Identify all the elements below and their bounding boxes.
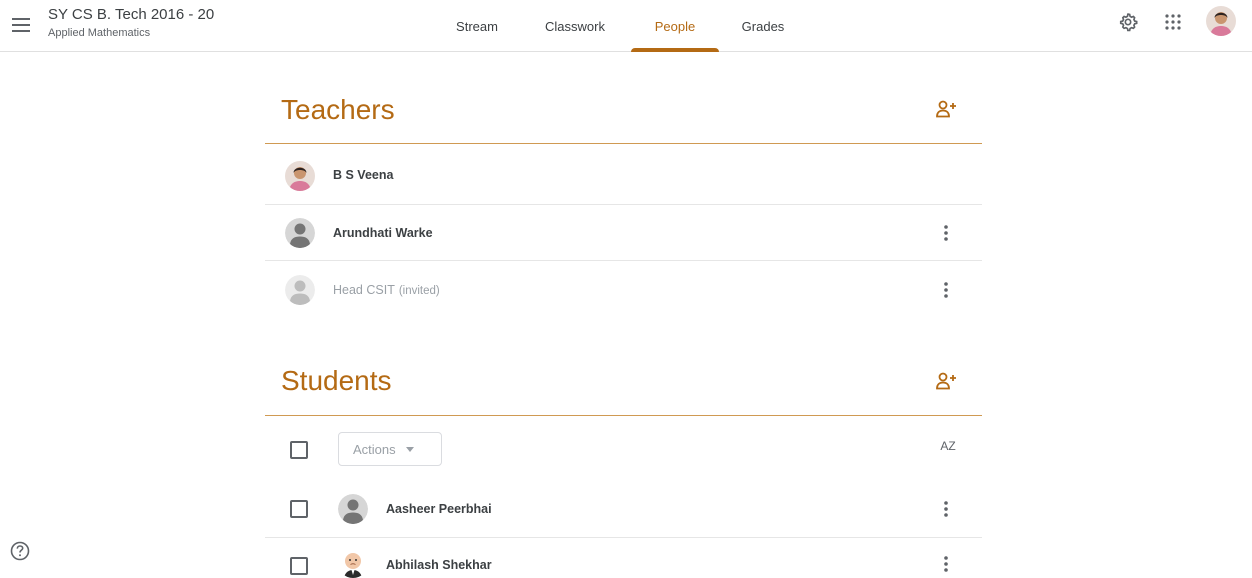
tab-stream[interactable]: Stream bbox=[446, 0, 508, 52]
select-all-checkbox[interactable] bbox=[290, 441, 308, 459]
more-vert-icon bbox=[944, 501, 948, 517]
student-checkbox[interactable] bbox=[290, 500, 308, 518]
default-avatar-icon bbox=[285, 218, 315, 248]
more-vert-icon bbox=[944, 556, 948, 572]
account-avatar[interactable] bbox=[1206, 6, 1236, 36]
avatar bbox=[338, 548, 368, 578]
caret-down-icon bbox=[405, 446, 414, 452]
user-photo-icon bbox=[338, 548, 368, 578]
default-avatar-icon bbox=[338, 494, 368, 524]
more-vert-icon bbox=[944, 225, 948, 241]
teacher-name-invited: Head CSIT (invited) bbox=[333, 283, 440, 297]
top-app-bar: SY CS B. Tech 2016 - 20 Applied Mathemat… bbox=[0, 0, 1252, 52]
teachers-divider bbox=[265, 143, 982, 144]
students-section-title: Students bbox=[281, 365, 392, 396]
student-name: Abhilash Shekhar bbox=[386, 558, 492, 572]
apps-grid-icon bbox=[1165, 14, 1181, 30]
teachers-section-title: Teachers bbox=[281, 94, 395, 125]
help-circle-icon bbox=[10, 541, 30, 561]
row-divider bbox=[265, 204, 982, 205]
row-divider bbox=[265, 260, 982, 261]
person-add-icon bbox=[936, 100, 956, 118]
avatar bbox=[338, 494, 368, 524]
student-more-options-button[interactable] bbox=[936, 552, 956, 576]
gear-icon bbox=[1119, 13, 1138, 32]
teacher-more-options-button[interactable] bbox=[936, 278, 956, 302]
teacher-name: B S Veena bbox=[333, 168, 394, 182]
tab-people[interactable]: People bbox=[641, 0, 709, 52]
avatar bbox=[285, 218, 315, 248]
sort-az-icon: AZ bbox=[940, 439, 956, 453]
more-vert-icon bbox=[944, 282, 948, 298]
main-menu-button[interactable] bbox=[8, 12, 34, 38]
user-photo-icon bbox=[1206, 6, 1236, 36]
students-divider bbox=[265, 415, 982, 416]
class-subtitle: Applied Mathematics bbox=[48, 27, 151, 39]
student-more-options-button[interactable] bbox=[936, 497, 956, 521]
teacher-name: Arundhati Warke bbox=[333, 226, 433, 240]
invite-teachers-button[interactable] bbox=[934, 96, 960, 122]
default-avatar-icon bbox=[285, 275, 315, 305]
actions-dropdown[interactable]: Actions bbox=[338, 432, 442, 466]
invited-status: (invited) bbox=[398, 285, 440, 297]
person-add-icon bbox=[936, 372, 956, 390]
active-tab-indicator bbox=[631, 48, 719, 52]
row-divider bbox=[265, 537, 982, 538]
invite-students-button[interactable] bbox=[934, 368, 960, 394]
class-title[interactable]: SY CS B. Tech 2016 - 20 bbox=[48, 6, 214, 23]
avatar bbox=[285, 161, 315, 191]
hamburger-menu-icon bbox=[12, 18, 30, 32]
student-checkbox[interactable] bbox=[290, 557, 308, 575]
google-apps-button[interactable] bbox=[1161, 10, 1185, 34]
teacher-name: Head CSIT bbox=[333, 283, 395, 297]
sort-students-button[interactable]: AZ bbox=[936, 434, 960, 458]
teacher-more-options-button[interactable] bbox=[936, 221, 956, 245]
help-button[interactable] bbox=[9, 540, 31, 562]
tab-grades[interactable]: Grades bbox=[732, 0, 794, 52]
tab-classwork[interactable]: Classwork bbox=[533, 0, 617, 52]
avatar bbox=[285, 275, 315, 305]
class-settings-button[interactable] bbox=[1116, 10, 1140, 34]
user-photo-icon bbox=[285, 161, 315, 191]
actions-label: Actions bbox=[353, 441, 396, 457]
student-name: Aasheer Peerbhai bbox=[386, 502, 492, 516]
